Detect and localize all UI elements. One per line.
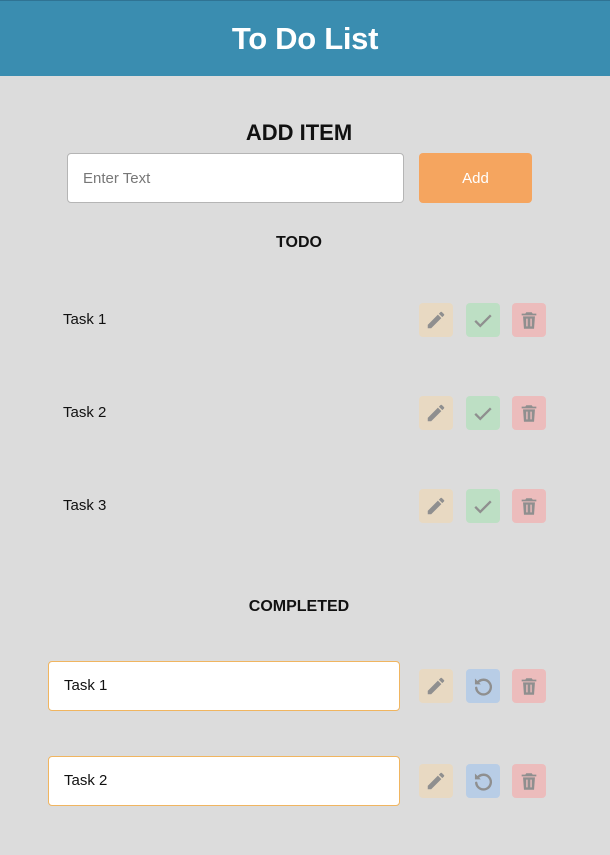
delete-button[interactable] [512,303,546,337]
add-item-heading: ADD ITEM [245,120,353,145]
trash-icon [521,773,537,790]
delete-button[interactable] [512,489,546,523]
completed-item-field[interactable]: Task 2 [48,756,400,806]
completed-item-field[interactable]: Task 1 [48,661,400,711]
trash-icon [521,405,537,422]
app-header: To Do List [0,0,610,76]
todo-heading: TODO [276,234,322,251]
trash-icon [521,678,537,695]
pencil-icon [427,404,445,422]
app-title: To Do List [231,20,379,56]
delete-button[interactable] [512,396,546,430]
complete-button[interactable] [466,303,500,337]
add-button[interactable]: Add [419,153,532,203]
undo-button[interactable] [466,764,500,798]
undo-icon [474,678,493,696]
todo-item-label: Task 1 [63,311,107,328]
todo-item-label: Task 3 [63,497,107,514]
complete-button[interactable] [466,396,500,430]
complete-button[interactable] [466,489,500,523]
undo-button[interactable] [466,669,500,703]
undo-icon [474,773,493,791]
completed-item: Task 2 [0,756,610,806]
edit-button[interactable] [419,764,453,798]
pencil-icon [427,311,445,329]
trash-icon [521,498,537,515]
delete-button[interactable] [512,764,546,798]
trash-icon [521,312,537,329]
edit-button[interactable] [419,303,453,337]
completed-item: Task 1 [0,661,610,711]
pencil-icon [427,497,445,515]
pencil-icon [427,772,445,790]
edit-button[interactable] [419,669,453,703]
delete-button[interactable] [512,669,546,703]
pencil-icon [427,677,445,695]
todo-item: Task 3 [0,486,610,526]
check-icon [474,314,492,328]
edit-button[interactable] [419,489,453,523]
completed-heading: COMPLETED [248,598,350,615]
add-item-input[interactable] [67,153,404,203]
todo-item-label: Task 2 [63,404,107,421]
check-icon [474,500,492,514]
todo-item: Task 1 [0,300,610,340]
edit-button[interactable] [419,396,453,430]
todo-item: Task 2 [0,393,610,433]
check-icon [474,407,492,421]
